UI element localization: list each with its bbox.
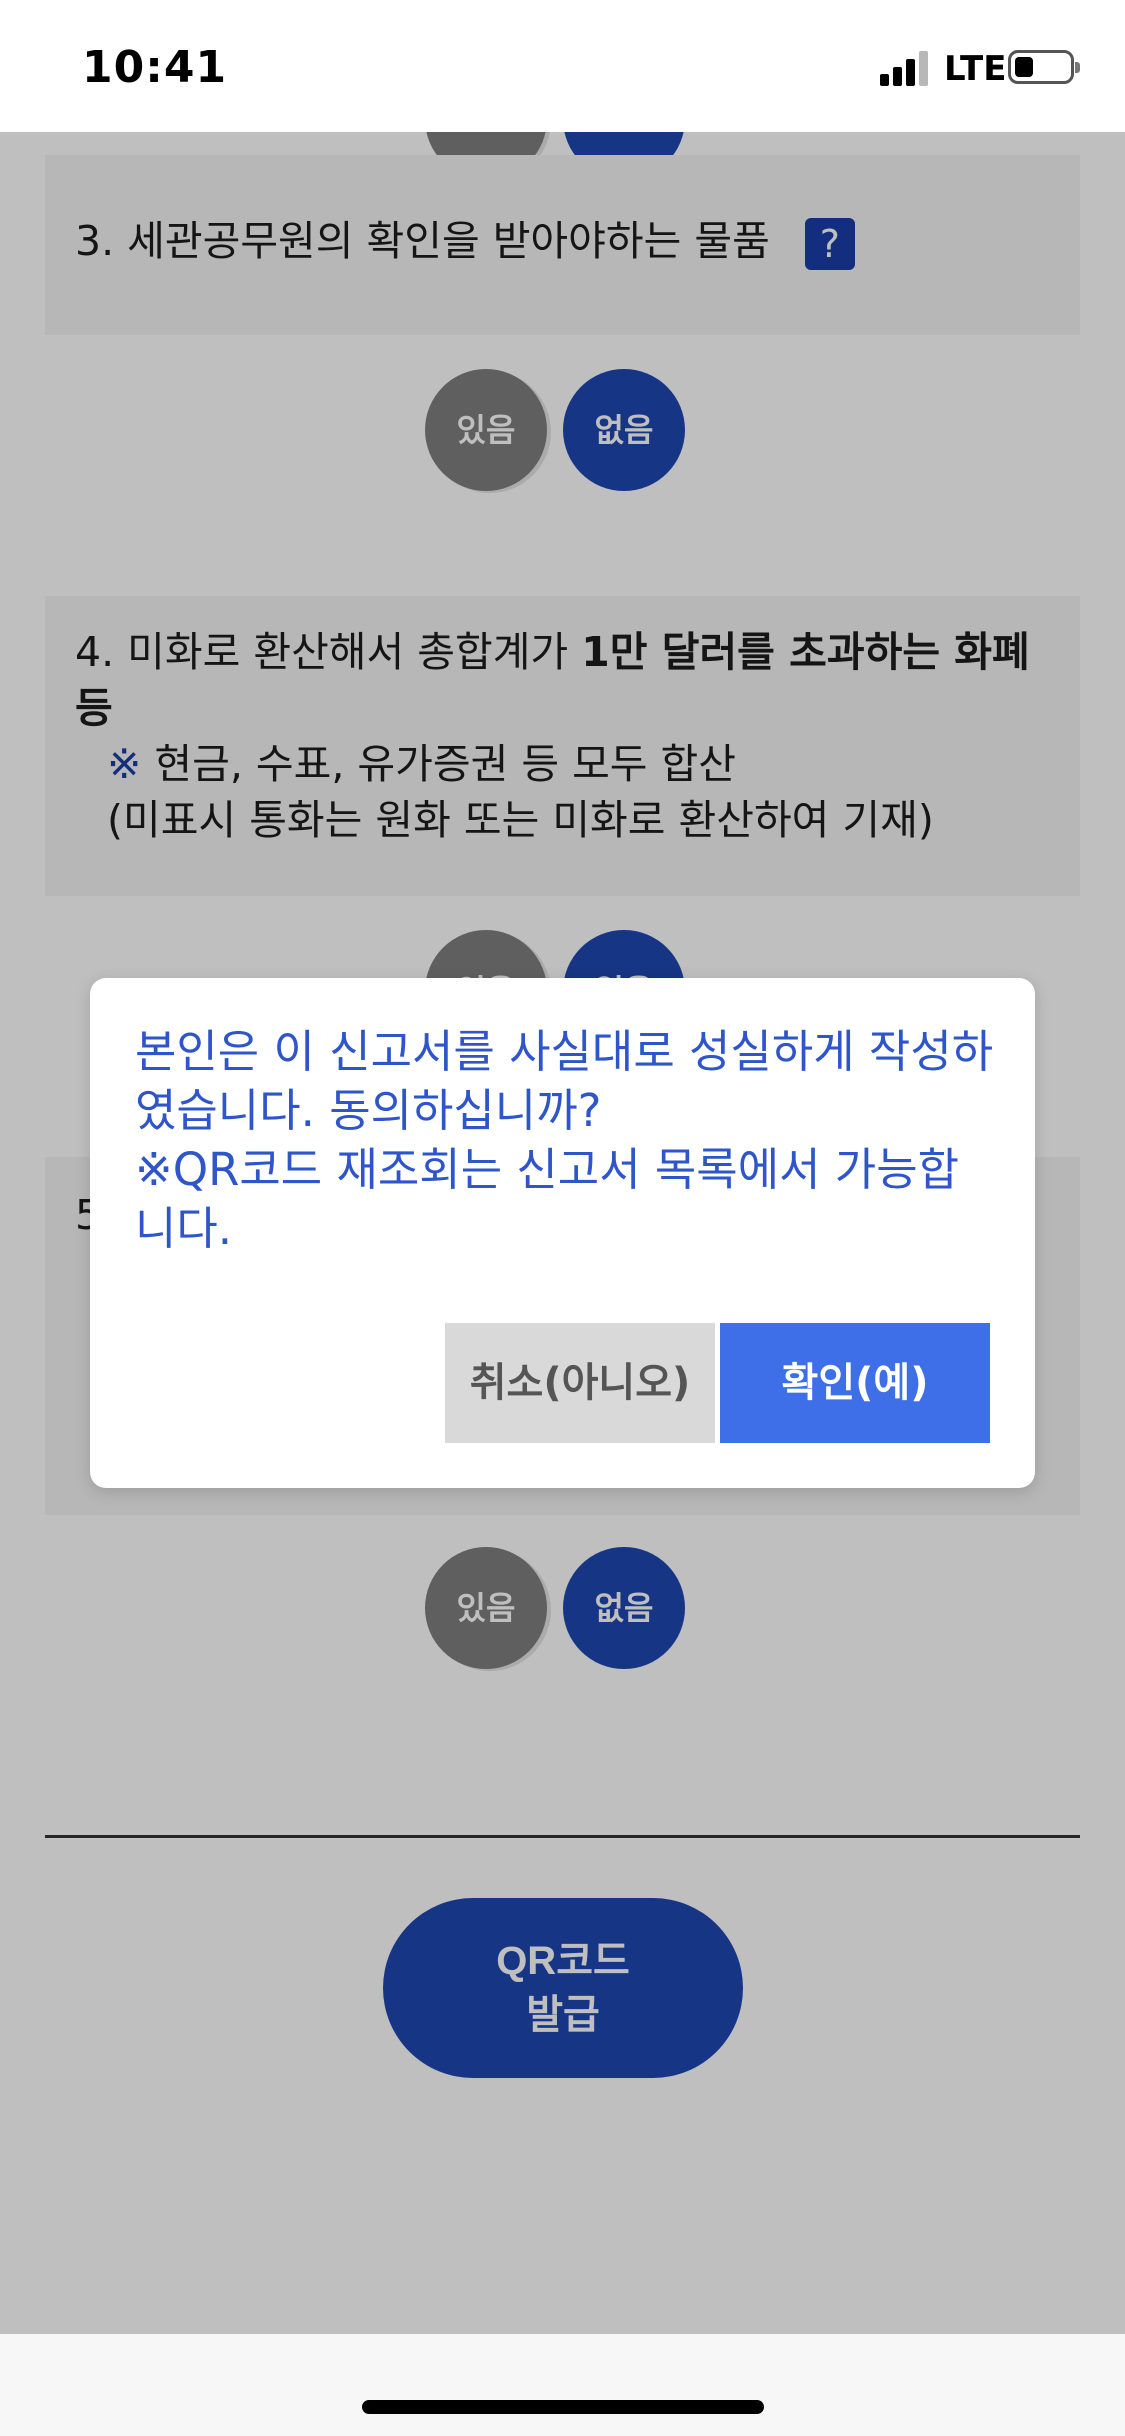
dialog-message: 본인은 이 신고서를 사실대로 성실하게 작성하였습니다. 동의하십니까? ※Q…	[135, 1022, 995, 1258]
battery-icon	[1008, 50, 1080, 84]
home-indicator[interactable]	[362, 2400, 764, 2414]
dialog-message-agreement: 본인은 이 신고서를 사실대로 성실하게 작성하였습니다. 동의하십니까?	[135, 1025, 994, 1137]
cancel-button[interactable]: 취소(아니오)	[445, 1323, 715, 1443]
confirm-button[interactable]: 확인(예)	[720, 1323, 990, 1443]
signal-strength-icon	[880, 50, 932, 86]
network-type: LTE	[944, 49, 1007, 89]
status-time: 10:41	[82, 42, 228, 93]
home-bar	[0, 2334, 1125, 2436]
confirm-dialog: 본인은 이 신고서를 사실대로 성실하게 작성하였습니다. 동의하십니까? ※Q…	[90, 978, 1035, 1488]
dialog-message-note: ※QR코드 재조회는 신고서 목록에서 가능합니다.	[135, 1143, 960, 1255]
status-bar: 10:41 LTE	[0, 0, 1125, 132]
